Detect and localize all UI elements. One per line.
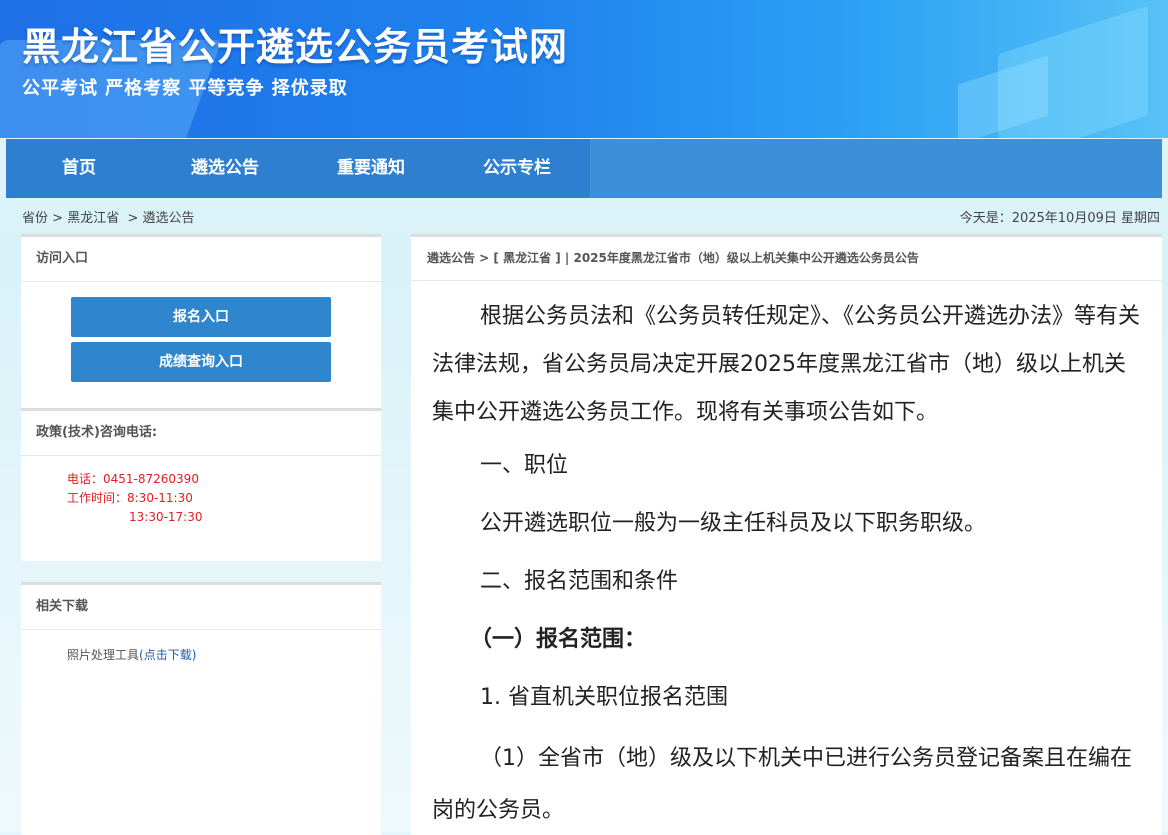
main-nav: 首页 遴选公告 重要通知 公示专栏 [6,139,1162,198]
downloads-panel: 相关下载 照片处理工具(点击下载) [21,582,381,835]
breadcrumb: 省份 > 黑龙江省 > 遴选公告 [22,207,195,226]
nav-home[interactable]: 首页 [6,139,152,198]
article-subheading: 1. 省直机关职位报名范围 [480,685,728,710]
contact-phone: 电话：0451-87260390 [67,472,199,486]
score-query-button[interactable]: 成绩查询入口 [71,342,331,382]
download-link[interactable]: (点击下载) [139,648,196,662]
article-heading: 二、报名范围和条件 [480,569,679,594]
article-paragraph: （1）全省市（地）级及以下机关中已进行公务员登记备案且在编在岗的公务员。 [432,746,1132,823]
article-heading: 一、职位 [480,453,569,478]
article-breadcrumb: 遴选公告 > [ 黑龙江省 ] | 2025年度黑龙江省市（地）级以上机关集中公… [411,237,1162,281]
site-title: 黑龙江省公开遴选公务员考试网 [22,25,569,69]
contact-info: 电话：0451-87260390 工作时间：8:30-11:30 13:30-1… [21,456,381,527]
breadcrumb-heilongjiang[interactable]: 黑龙江省 [67,211,119,226]
article-panel: 遴选公告 > [ 黑龙江省 ] | 2025年度黑龙江省市（地）级以上机关集中公… [411,234,1162,835]
article-paragraph: 公开遴选职位一般为一级主任科员及以下职务职级。 [480,511,987,536]
site-slogan: 公平考试 严格考察 平等竞争 择优录取 [22,78,348,99]
download-item-label: 照片处理工具 [67,648,140,662]
breadcrumb-announcements[interactable]: 遴选公告 [143,211,195,226]
article-subheading: （一）报名范围： [470,627,647,652]
register-button[interactable]: 报名入口 [71,297,331,337]
article-body: 根据公务员法和《公务员转任规定》、《公务员公开遴选办法》等有关法律法规，省公务员… [411,281,1162,835]
nav-announcements[interactable]: 遴选公告 [152,139,298,198]
nav-public-column[interactable]: 公示专栏 [444,139,590,198]
nav-notices[interactable]: 重要通知 [298,139,444,198]
download-item: 照片处理工具(点击下载) [21,630,381,663]
consult-panel-title: 政策(技术)咨询电话: [21,411,381,456]
access-panel: 访问入口 报名入口 成绩查询入口 [21,234,381,409]
access-panel-title: 访问入口 [21,237,381,282]
breadcrumb-province[interactable]: 省份 [22,211,48,226]
contact-hours-morning: 工作时间：8:30-11:30 [67,491,193,505]
site-header: 黑龙江省公开遴选公务员考试网 公平考试 严格考察 平等竞争 择优录取 [0,0,1168,138]
article-paragraph: 根据公务员法和《公务员转任规定》、《公务员公开遴选办法》等有关法律法规，省公务员… [432,304,1141,425]
breadcrumb-separator: > [119,211,143,226]
consult-panel: 政策(技术)咨询电话: 电话：0451-87260390 工作时间：8:30-1… [21,408,381,561]
contact-hours-afternoon: 13:30-17:30 [129,510,203,524]
downloads-panel-title: 相关下载 [21,585,381,630]
breadcrumb-separator: > [48,211,68,226]
today-date: 今天是：2025年10月09日 星期四 [959,211,1160,226]
